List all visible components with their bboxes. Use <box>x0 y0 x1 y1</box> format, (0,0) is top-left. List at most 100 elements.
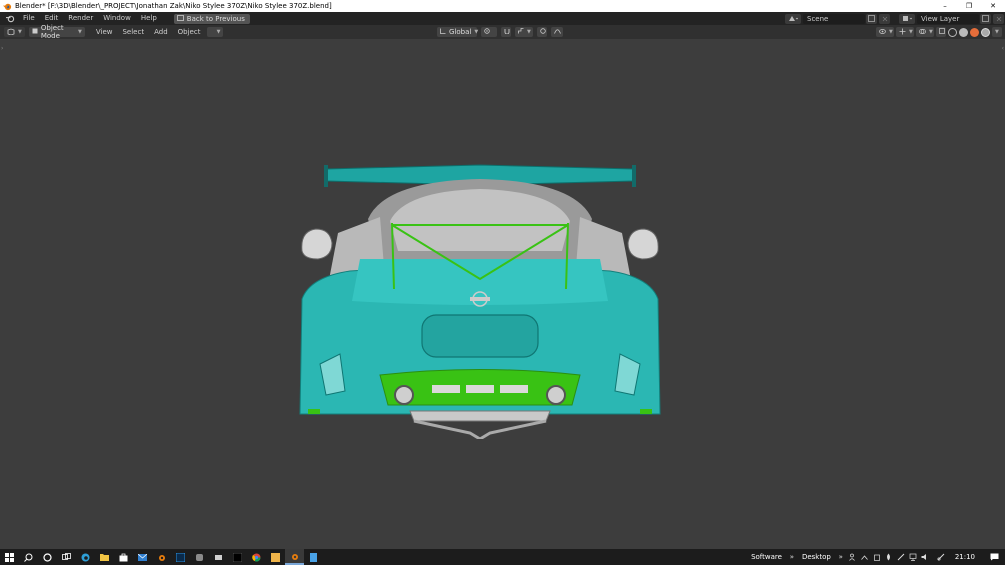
window-titlebar: Blender* [F:\3D\Blender\_PROJECT\Jonatha… <box>0 0 1005 12</box>
screen-back-icon <box>176 14 184 23</box>
transform-orientation-dropdown[interactable]: Global ▼ <box>437 27 478 37</box>
close-button[interactable]: ✕ <box>981 0 1005 12</box>
orientation-label: Global <box>449 28 472 36</box>
desktop-toolbar-label[interactable]: Desktop <box>798 553 835 561</box>
xray-toggle[interactable] <box>936 27 946 37</box>
blender-active-window-icon[interactable] <box>285 549 304 565</box>
license-plate-recess <box>421 314 539 358</box>
gizmo-dropdown[interactable]: ▼ <box>896 27 914 37</box>
view-layer-name-field[interactable]: View Layer <box>917 13 979 24</box>
pivot-point-icon <box>484 28 490 36</box>
lower-lip-left-selected[interactable] <box>308 409 320 414</box>
system-clock[interactable]: 21:10 <box>947 553 983 561</box>
menu-object[interactable]: Object <box>173 28 206 36</box>
photoshop-icon[interactable] <box>171 549 190 565</box>
back-to-previous-button[interactable]: Back to Previous <box>173 13 250 24</box>
chevron-right-icon[interactable]: » <box>786 553 798 561</box>
usb-icon[interactable] <box>871 553 883 561</box>
menu-file[interactable]: File <box>18 12 40 25</box>
editor-type-dropdown[interactable]: ▼ <box>4 27 25 37</box>
search-icon[interactable] <box>19 549 38 565</box>
store-icon[interactable] <box>114 549 133 565</box>
menu-select[interactable]: Select <box>117 28 149 36</box>
menu-help[interactable]: Help <box>136 12 162 25</box>
overlays-dropdown[interactable]: ▼ <box>916 27 934 37</box>
terminal-icon[interactable] <box>228 549 247 565</box>
diffuser-grille-2 <box>466 385 494 393</box>
sidebar-expand-arrow-icon[interactable]: ‹ <box>1002 45 1004 52</box>
falloff-dropdown[interactable] <box>551 27 563 37</box>
object-mode-icon <box>32 28 38 36</box>
chevron-down-icon: ▼ <box>78 29 82 35</box>
scene-new-icon[interactable] <box>866 13 877 24</box>
car-model[interactable] <box>290 159 670 439</box>
start-button[interactable] <box>0 549 19 565</box>
restore-button[interactable]: ❐ <box>957 0 981 12</box>
chrome-icon[interactable] <box>247 549 266 565</box>
shading-options-dropdown[interactable]: ▼ <box>992 27 1002 37</box>
scene-remove-icon[interactable] <box>879 13 890 24</box>
mail-icon[interactable] <box>133 549 152 565</box>
chevron-up-icon[interactable] <box>859 554 871 560</box>
app-icon-8[interactable] <box>209 549 228 565</box>
dropbox-icon[interactable] <box>883 553 895 561</box>
mirror-left <box>301 228 333 260</box>
blender-taskbar-icon[interactable] <box>152 549 171 565</box>
eye-icon <box>879 28 886 36</box>
undertray <box>409 410 551 422</box>
diffuser-grille-3 <box>500 385 528 393</box>
notifications-icon[interactable] <box>983 553 1005 561</box>
scene-browse-icon[interactable] <box>785 13 801 24</box>
3d-viewport[interactable]: › ‹ <box>0 39 1005 549</box>
minimize-button[interactable]: – <box>933 0 957 12</box>
task-view-icon[interactable] <box>57 549 76 565</box>
menu-window[interactable]: Window <box>98 12 136 25</box>
view-layer-browse-icon[interactable] <box>899 13 915 24</box>
proportional-editing-toggle[interactable] <box>537 27 547 37</box>
toolbar-expand-arrow-icon[interactable]: › <box>1 45 3 52</box>
lower-lip-right-selected[interactable] <box>640 409 652 414</box>
app-icon-7[interactable] <box>190 549 209 565</box>
exhaust-right <box>546 385 566 405</box>
material-preview-shading-button[interactable] <box>970 27 979 37</box>
volume-icon[interactable] <box>919 553 931 561</box>
object-mode-label: Object Mode <box>40 24 64 40</box>
view-layer-remove-icon[interactable] <box>993 13 1004 24</box>
pivot-point-dropdown[interactable] <box>481 27 497 37</box>
chevron-right-icon[interactable]: » <box>835 553 847 561</box>
magnet-icon <box>504 28 510 36</box>
chevron-down-icon: ▼ <box>995 29 999 35</box>
object-mode-dropdown[interactable]: Object Mode ▼ <box>28 24 85 40</box>
chevron-down-icon: ▼ <box>889 29 893 35</box>
snap-toggle[interactable] <box>501 27 511 37</box>
scene-name-field[interactable]: Scene <box>803 13 865 24</box>
menu-view[interactable]: View <box>91 28 118 36</box>
back-to-previous-label: Back to Previous <box>186 14 245 23</box>
software-toolbar-label[interactable]: Software <box>747 553 786 561</box>
app-icon-13[interactable] <box>304 549 323 565</box>
tray-app-icon[interactable] <box>935 553 947 561</box>
edge-browser-icon[interactable] <box>76 549 95 565</box>
chevron-down-icon: ▼ <box>216 29 221 35</box>
visibility-dropdown[interactable]: ▼ <box>876 27 894 37</box>
scene-name: Scene <box>807 14 829 23</box>
network-icon[interactable] <box>907 553 919 561</box>
pen-icon[interactable] <box>895 553 907 561</box>
solid-shading-button[interactable] <box>959 27 968 37</box>
snap-element-dropdown[interactable]: ▼ <box>515 27 533 37</box>
menu-add[interactable]: Add <box>149 28 173 36</box>
exhaust-left <box>394 385 414 405</box>
extra-options-dropdown[interactable]: ▼ <box>207 27 224 37</box>
rendered-shading-button[interactable] <box>981 27 990 37</box>
people-icon[interactable] <box>847 553 859 561</box>
3d-viewport-icon <box>7 28 15 37</box>
wireframe-shading-button[interactable] <box>948 27 957 37</box>
app-icon-11[interactable] <box>266 549 285 565</box>
windows-taskbar: Software » Desktop » 21:10 <box>0 549 1005 565</box>
view-layer-new-icon[interactable] <box>980 13 991 24</box>
mirror-right <box>627 228 659 260</box>
cortana-icon[interactable] <box>38 549 57 565</box>
blender-menu-icon[interactable] <box>2 13 18 24</box>
file-explorer-icon[interactable] <box>95 549 114 565</box>
proportional-editing-icon <box>540 28 546 36</box>
